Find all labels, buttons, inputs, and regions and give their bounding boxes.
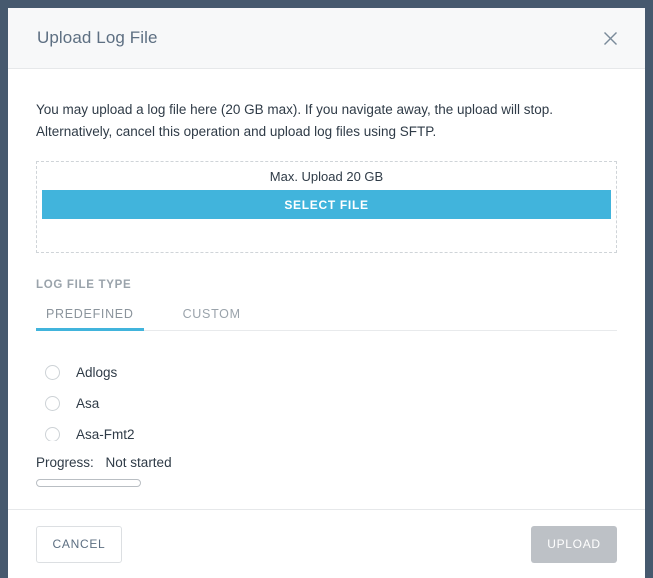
list-item[interactable]: Adlogs [36, 357, 617, 388]
log-file-type-tabs: PREDEFINED CUSTOM [36, 307, 617, 331]
select-file-button[interactable]: SELECT FILE [42, 190, 611, 219]
intro-line-1: You may upload a log file here (20 GB ma… [36, 102, 554, 117]
list-item-label: Adlogs [76, 365, 118, 380]
progress-label: Progress: [36, 455, 94, 470]
progress-bar [36, 479, 141, 487]
cancel-button[interactable]: CANCEL [36, 525, 122, 563]
list-item-label: Asa-Fmt2 [76, 427, 135, 441]
progress-area: Progress: Not started [36, 455, 617, 487]
max-upload-label: Max. Upload 20 GB [269, 169, 384, 184]
tab-predefined[interactable]: PREDEFINED [36, 307, 144, 331]
radio-icon[interactable] [45, 365, 60, 380]
dialog-body: You may upload a log file here (20 GB ma… [8, 69, 645, 509]
radio-icon[interactable] [45, 427, 60, 441]
upload-log-file-dialog: Upload Log File You may upload a log fil… [8, 8, 645, 578]
list-item[interactable]: Asa-Fmt2 [36, 419, 617, 441]
intro-text: You may upload a log file here (20 GB ma… [36, 69, 617, 143]
list-item-label: Asa [76, 396, 100, 411]
progress-value: Not started [105, 455, 172, 470]
dialog-header: Upload Log File [8, 8, 645, 69]
file-dropzone[interactable]: Max. Upload 20 GB SELECT FILE [36, 161, 617, 253]
log-file-type-label: LOG FILE TYPE [36, 279, 132, 291]
log-file-type-list: Adlogs Asa Asa-Fmt2 [36, 357, 617, 441]
close-icon[interactable] [597, 25, 623, 51]
progress-status: Progress: Not started [36, 455, 617, 470]
page-title: Upload Log File [37, 28, 158, 47]
list-item[interactable]: Asa [36, 388, 617, 419]
intro-line-2: Alternatively, cancel this operation and… [36, 124, 437, 139]
dialog-footer: CANCEL UPLOAD [8, 509, 645, 578]
upload-button[interactable]: UPLOAD [531, 525, 617, 563]
tab-custom[interactable]: CUSTOM [183, 307, 241, 330]
radio-icon[interactable] [45, 396, 60, 411]
